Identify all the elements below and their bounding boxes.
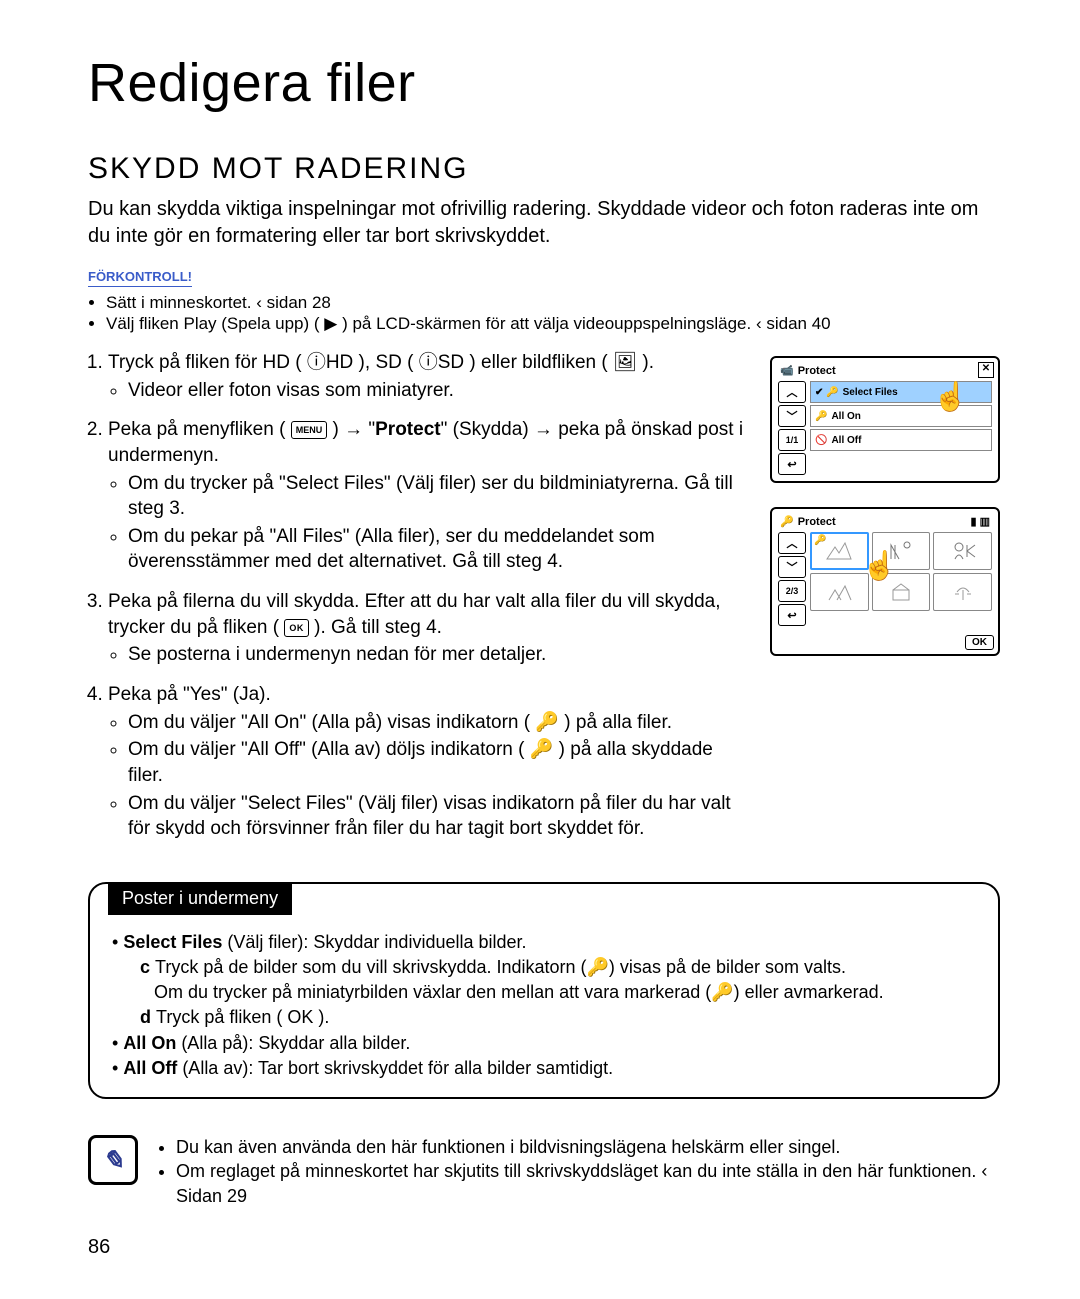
page-title: Redigera ﬁler: [88, 52, 1000, 114]
text: Tryck på de bilder som du vill skrivskyd…: [155, 957, 846, 977]
list-item: Om du väljer "All Off" (Alla av) döljs i…: [128, 737, 746, 788]
step-4: Peka på "Yes" (Ja). Om du väljer "All On…: [108, 682, 746, 842]
list-item: Om du väljer "Select Files" (Välj filer)…: [128, 791, 746, 842]
pager: 1/1: [778, 429, 806, 451]
key-icon: 🔑: [814, 535, 826, 546]
close-icon[interactable]: ✕: [978, 362, 994, 378]
thumbnail[interactable]: [872, 532, 931, 570]
option-select-files[interactable]: ✔ 🔑 Select Files: [810, 381, 992, 403]
step-text: Peka på menyfliken ( MENU ) → "Protect" …: [108, 419, 743, 466]
sub-line: • All On (Alla på): Skyddar alla bilder.: [112, 1031, 976, 1056]
section-heading: SKYDD MOT RADERING: [88, 152, 1000, 186]
step-text: Peka på filerna du vill skydda. Efter at…: [108, 591, 721, 638]
note-block: ✎ Du kan även använda den här funktionen…: [88, 1135, 1000, 1208]
option-all-off[interactable]: 🚫 All Off: [810, 429, 992, 451]
video-icon: 📹: [780, 364, 794, 377]
list-item: Du kan även använda den här funktionen i…: [176, 1135, 1000, 1159]
thumb-art: [825, 580, 853, 604]
sub-line: d Tryck på fliken ( OK ).: [112, 1005, 976, 1030]
list-item: Om reglaget på minneskortet har skjutits…: [176, 1159, 1000, 1208]
key-icon: 🔑: [780, 515, 794, 528]
thumb-art: [887, 580, 915, 604]
back-button[interactable]: ↩: [778, 604, 806, 626]
submenu-box: Poster i undermeny • Select Files (Välj …: [88, 882, 1000, 1099]
step-text: Peka på "Yes" (Ja).: [108, 684, 271, 705]
precheck-label: FÖRKONTROLL!: [88, 269, 192, 287]
precheck-list: Sätt i minneskortet. ‹ sidan 28 Välj fli…: [88, 293, 1000, 334]
lead: All On: [123, 1033, 176, 1053]
sub-line: • All Off (Alla av): Tar bort skrivskydd…: [112, 1056, 976, 1081]
back-button[interactable]: ↩: [778, 453, 806, 475]
thumbnail[interactable]: [933, 573, 992, 611]
thumbnail[interactable]: [933, 532, 992, 570]
keyword-protect: Protect: [375, 419, 440, 440]
down-button[interactable]: ﹀: [778, 405, 806, 427]
text: Tryck på fliken ( OK ).: [156, 1007, 329, 1027]
up-button[interactable]: ︿: [778, 532, 806, 554]
ok-icon: OK: [284, 619, 309, 637]
step-1: Tryck på fliken för HD ( ⓘHD ), SD ( ⓘSD…: [108, 350, 746, 403]
marker: c: [140, 957, 150, 977]
pager: 2/3: [778, 580, 806, 602]
list-item: Om du trycker på "Select Files" (Välj fi…: [128, 471, 746, 522]
sub-line: c Tryck på de bilder som du vill skrivsk…: [112, 955, 976, 980]
screenshot-protect-menu: 📹 Protect ✕ ︿ ﹀ 1/1 ↩ ✔ 🔑 Select Files: [770, 356, 1000, 483]
page-number: 86: [88, 1236, 1000, 1259]
step-text: Tryck på fliken för HD ( ⓘHD ), SD ( ⓘSD…: [108, 352, 654, 373]
battery-icon: ▮ ▥: [970, 515, 990, 528]
screenshot-protect-grid: 🔑 Protect ▮ ▥ ︿ ﹀ 2/3 ↩ 🔑: [770, 507, 1000, 656]
list-item: Videor eller foton visas som miniatyrer.: [128, 378, 746, 404]
text: (Alla på): Skyddar alla bilder.: [176, 1033, 410, 1053]
text: (Välj filer): Skyddar individuella bilde…: [222, 932, 526, 952]
list-item: Se posterna i undermenyn nedan för mer d…: [128, 642, 746, 668]
thumbnail[interactable]: [872, 573, 931, 611]
text: Peka på menyfliken (: [108, 419, 285, 440]
thumbnail[interactable]: 🔑: [810, 532, 869, 570]
row-icon: 🚫: [815, 435, 827, 446]
list-item: Om du pekar på "All Files" (Alla filer),…: [128, 524, 746, 575]
menu-icon: MENU: [291, 421, 328, 439]
thumbnail[interactable]: [810, 573, 869, 611]
submenu-tag: Poster i undermeny: [108, 882, 292, 915]
step-3: Peka på filerna du vill skydda. Efter at…: [108, 589, 746, 668]
list-item: Välj fliken Play (Spela upp) ( ▶ ) på LC…: [106, 314, 1000, 334]
row-label: Select Files: [843, 387, 898, 398]
note-icon: ✎: [88, 1135, 138, 1185]
down-button[interactable]: ﹀: [778, 556, 806, 578]
up-button[interactable]: ︿: [778, 381, 806, 403]
row-icon: ✔ 🔑: [815, 387, 839, 398]
thumb-art: [825, 539, 853, 563]
row-icon: 🔑: [815, 411, 827, 422]
thumb-art: [949, 580, 977, 604]
thumb-art: [949, 539, 977, 563]
intro-paragraph: Du kan skydda viktiga inspelningar mot o…: [88, 196, 1000, 250]
panel-title: Protect: [798, 365, 836, 377]
row-label: All Off: [831, 435, 861, 446]
thumb-art: [887, 539, 915, 563]
steps-list: Tryck på fliken för HD ( ⓘHD ), SD ( ⓘSD…: [88, 350, 746, 842]
panel-title: Protect: [798, 516, 836, 528]
step-2: Peka på menyfliken ( MENU ) → "Protect" …: [108, 417, 746, 575]
row-label: All On: [831, 411, 860, 422]
text: ). Gå till steg 4.: [314, 617, 442, 638]
lead: All Off: [123, 1058, 177, 1078]
text: (Alla av): Tar bort skrivskyddet för all…: [177, 1058, 613, 1078]
lead: Select Files: [123, 932, 222, 952]
ok-button[interactable]: OK: [965, 635, 994, 650]
list-item: Sätt i minneskortet. ‹ sidan 28: [106, 293, 1000, 313]
sub-line: Om du trycker på miniatyrbilden växlar d…: [112, 980, 976, 1005]
list-item: Om du väljer "All On" (Alla på) visas in…: [128, 710, 746, 736]
text: Om du trycker på miniatyrbilden växlar d…: [154, 982, 884, 1002]
sub-line: • Select Files (Välj filer): Skyddar ind…: [112, 930, 976, 955]
option-all-on[interactable]: 🔑 All On: [810, 405, 992, 427]
marker: d: [140, 1007, 151, 1027]
text: ) → ": [332, 419, 375, 440]
